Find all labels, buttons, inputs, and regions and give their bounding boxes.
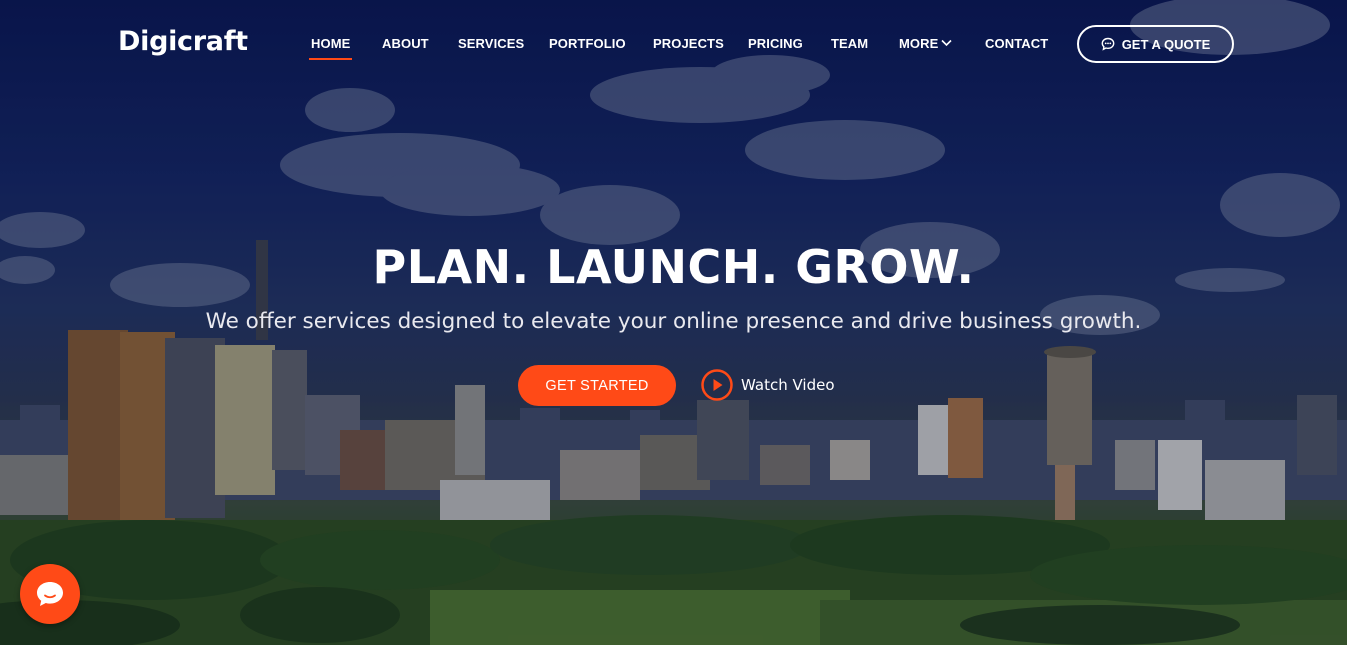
hero-headline: PLAN. LAUNCH. GROW. [372,240,975,294]
nav-more-label: MORE [899,36,939,51]
get-a-quote-button[interactable]: GET A QUOTE [1077,25,1234,63]
watch-video-label: Watch Video [741,376,835,394]
watch-video-link[interactable]: Watch Video [701,369,835,401]
chat-dots-icon [1101,37,1115,51]
play-circle-icon [701,369,733,401]
chevron-down-icon [941,39,952,47]
nav-contact[interactable]: CONTACT [985,36,1048,51]
hero-section: Digicraft HOME ABOUT SERVICES PORTFOLIO … [0,0,1347,645]
nav-pricing[interactable]: PRICING [748,36,803,51]
chat-widget-button[interactable] [20,564,80,624]
nav-more[interactable]: MORE [899,36,952,51]
get-a-quote-label: GET A QUOTE [1121,36,1211,52]
nav-team[interactable]: TEAM [831,36,868,51]
nav-services[interactable]: SERVICES [458,36,524,51]
chat-bubble-icon [37,582,63,606]
get-started-button[interactable]: GET STARTED [518,365,676,406]
hero-subline: We offer services designed to elevate yo… [205,309,1142,334]
nav-projects[interactable]: PROJECTS [653,36,724,51]
site-logo[interactable]: Digicraft [118,26,248,57]
nav-about[interactable]: ABOUT [382,36,429,51]
nav-portfolio[interactable]: PORTFOLIO [549,36,626,51]
nav-home[interactable]: HOME [308,36,353,60]
